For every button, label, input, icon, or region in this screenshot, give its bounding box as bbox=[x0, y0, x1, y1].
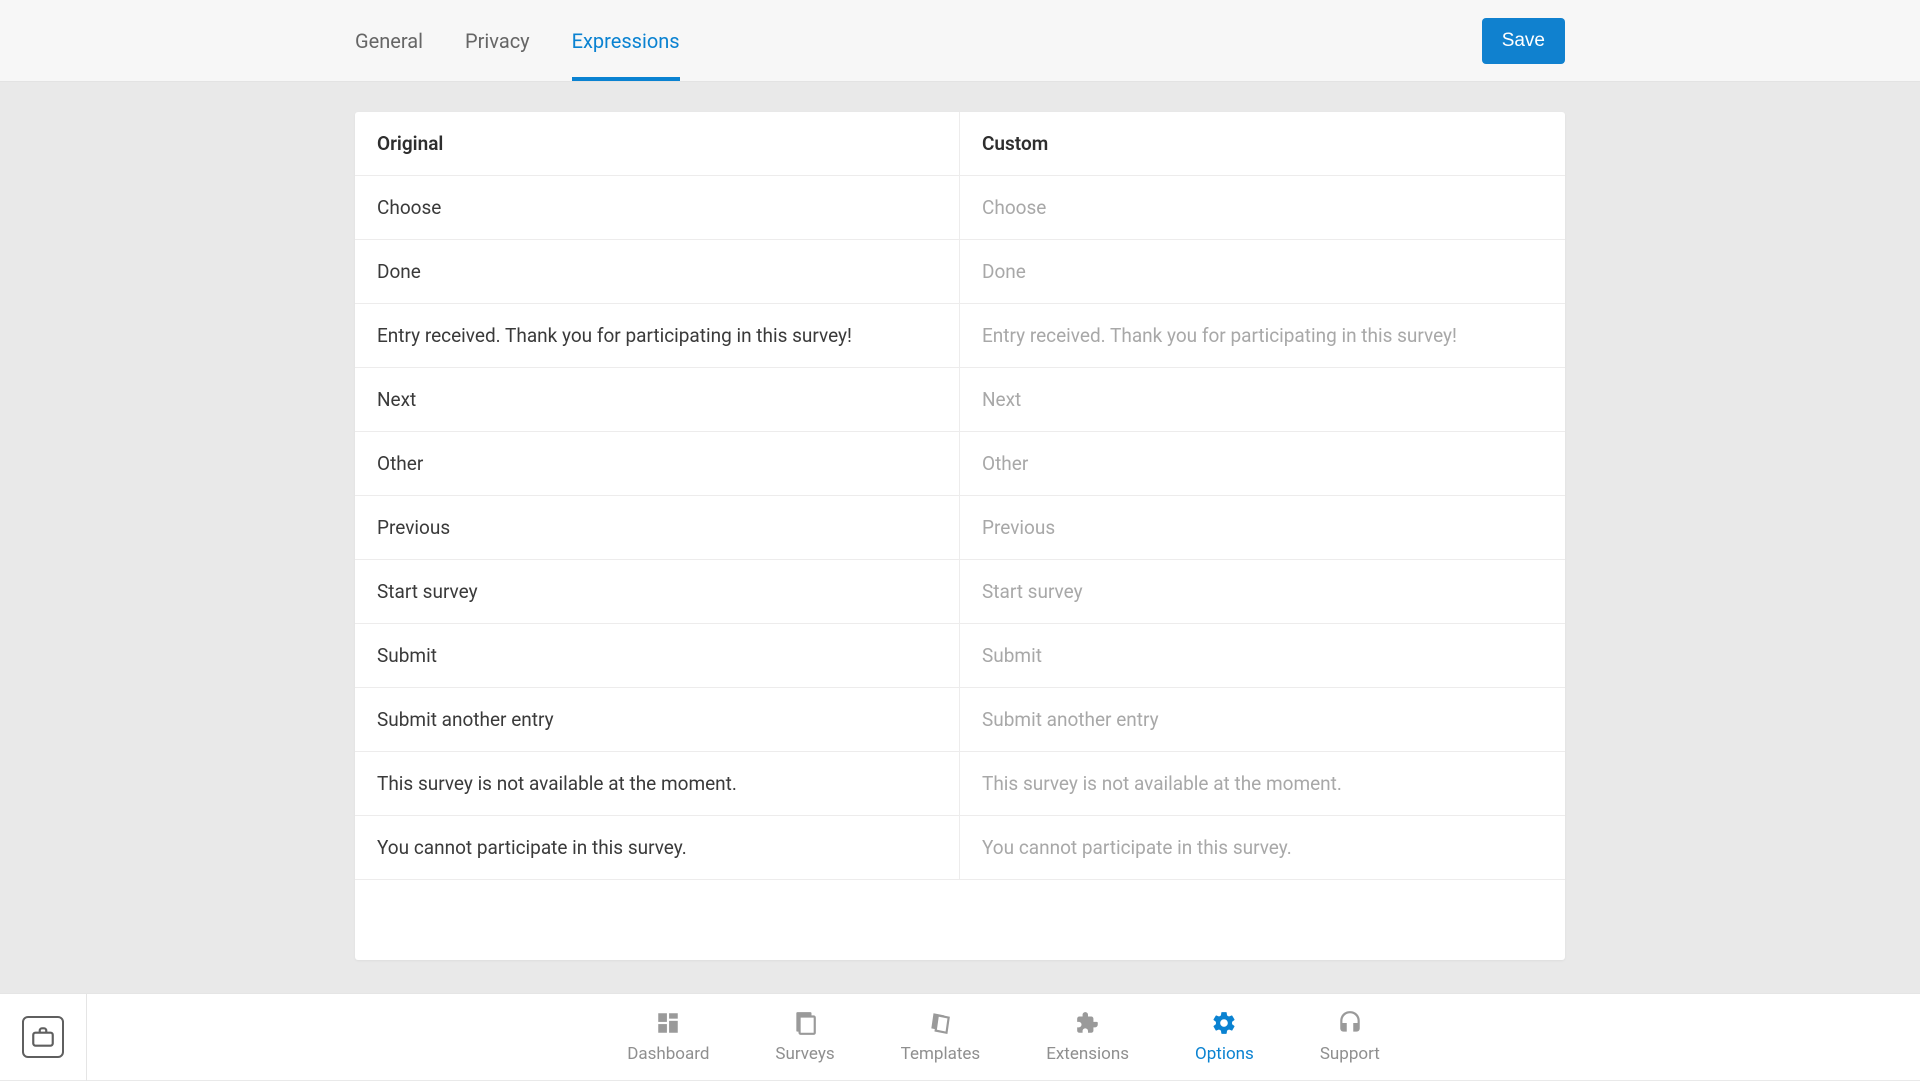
table-row: Submit bbox=[355, 624, 1565, 688]
tab-expressions[interactable]: Expressions bbox=[572, 0, 680, 81]
nav-options-label: Options bbox=[1195, 1044, 1254, 1064]
content: Original Custom ChooseDoneEntry received… bbox=[0, 82, 1920, 960]
custom-cell bbox=[960, 688, 1565, 751]
briefcase-wrap[interactable] bbox=[0, 994, 87, 1081]
save-button[interactable]: Save bbox=[1482, 18, 1565, 64]
custom-cell bbox=[960, 240, 1565, 303]
custom-input[interactable] bbox=[982, 260, 1543, 283]
tab-privacy[interactable]: Privacy bbox=[465, 0, 530, 81]
custom-cell bbox=[960, 368, 1565, 431]
custom-cell bbox=[960, 496, 1565, 559]
original-cell: You cannot participate in this survey. bbox=[355, 816, 960, 879]
nav-support[interactable]: Support bbox=[1320, 1010, 1380, 1064]
original-cell: Submit another entry bbox=[355, 688, 960, 751]
custom-input[interactable] bbox=[982, 708, 1543, 731]
custom-input[interactable] bbox=[982, 836, 1543, 859]
table-header: Original Custom bbox=[355, 112, 1565, 176]
custom-cell bbox=[960, 624, 1565, 687]
original-cell: Other bbox=[355, 432, 960, 495]
custom-cell bbox=[960, 816, 1565, 879]
nav-templates-label: Templates bbox=[901, 1044, 981, 1064]
dashboard-icon bbox=[655, 1010, 681, 1036]
table-row: Previous bbox=[355, 496, 1565, 560]
custom-cell bbox=[960, 304, 1565, 367]
nav-support-label: Support bbox=[1320, 1044, 1380, 1064]
table-row: Next bbox=[355, 368, 1565, 432]
table-row: You cannot participate in this survey. bbox=[355, 816, 1565, 880]
nav-surveys[interactable]: Surveys bbox=[775, 1010, 834, 1064]
custom-input[interactable] bbox=[982, 196, 1543, 219]
nav-dashboard-label: Dashboard bbox=[627, 1044, 709, 1064]
options-icon bbox=[1211, 1010, 1237, 1036]
nav-surveys-label: Surveys bbox=[775, 1044, 834, 1064]
custom-input[interactable] bbox=[982, 324, 1543, 347]
original-cell: This survey is not available at the mome… bbox=[355, 752, 960, 815]
table-row: Entry received. Thank you for participat… bbox=[355, 304, 1565, 368]
topbar-inner: General Privacy Expressions Save bbox=[355, 0, 1565, 81]
extensions-icon bbox=[1075, 1010, 1101, 1036]
table-row: Done bbox=[355, 240, 1565, 304]
bottombar: Dashboard Surveys Templates Extensions O… bbox=[0, 993, 1920, 1080]
original-cell: Start survey bbox=[355, 560, 960, 623]
table-row: Choose bbox=[355, 176, 1565, 240]
custom-cell bbox=[960, 176, 1565, 239]
original-cell: Choose bbox=[355, 176, 960, 239]
nav-extensions[interactable]: Extensions bbox=[1046, 1010, 1129, 1064]
original-cell: Submit bbox=[355, 624, 960, 687]
surveys-icon bbox=[792, 1010, 818, 1036]
original-cell: Next bbox=[355, 368, 960, 431]
nav-extensions-label: Extensions bbox=[1046, 1044, 1129, 1064]
custom-input[interactable] bbox=[982, 644, 1543, 667]
expressions-card: Original Custom ChooseDoneEntry received… bbox=[355, 112, 1565, 960]
table-row: Start survey bbox=[355, 560, 1565, 624]
tab-general[interactable]: General bbox=[355, 0, 423, 81]
custom-input[interactable] bbox=[982, 580, 1543, 603]
templates-icon bbox=[927, 1010, 953, 1036]
original-cell: Entry received. Thank you for participat… bbox=[355, 304, 960, 367]
nav-dashboard[interactable]: Dashboard bbox=[627, 1010, 709, 1064]
topbar: General Privacy Expressions Save bbox=[0, 0, 1920, 82]
table-row: This survey is not available at the mome… bbox=[355, 752, 1565, 816]
header-original: Original bbox=[355, 112, 960, 175]
custom-input[interactable] bbox=[982, 452, 1543, 475]
custom-input[interactable] bbox=[982, 516, 1543, 539]
original-cell: Previous bbox=[355, 496, 960, 559]
custom-cell bbox=[960, 752, 1565, 815]
table-row: Other bbox=[355, 432, 1565, 496]
custom-input[interactable] bbox=[982, 388, 1543, 411]
nav-options[interactable]: Options bbox=[1195, 1010, 1254, 1064]
custom-input[interactable] bbox=[982, 772, 1543, 795]
original-cell: Done bbox=[355, 240, 960, 303]
bottom-nav: Dashboard Surveys Templates Extensions O… bbox=[87, 1010, 1920, 1064]
support-icon bbox=[1337, 1010, 1363, 1036]
custom-cell bbox=[960, 432, 1565, 495]
tabs: General Privacy Expressions bbox=[355, 0, 680, 81]
custom-cell bbox=[960, 560, 1565, 623]
briefcase-icon bbox=[22, 1016, 64, 1058]
header-custom: Custom bbox=[960, 112, 1565, 175]
nav-templates[interactable]: Templates bbox=[901, 1010, 981, 1064]
table-row: Submit another entry bbox=[355, 688, 1565, 752]
